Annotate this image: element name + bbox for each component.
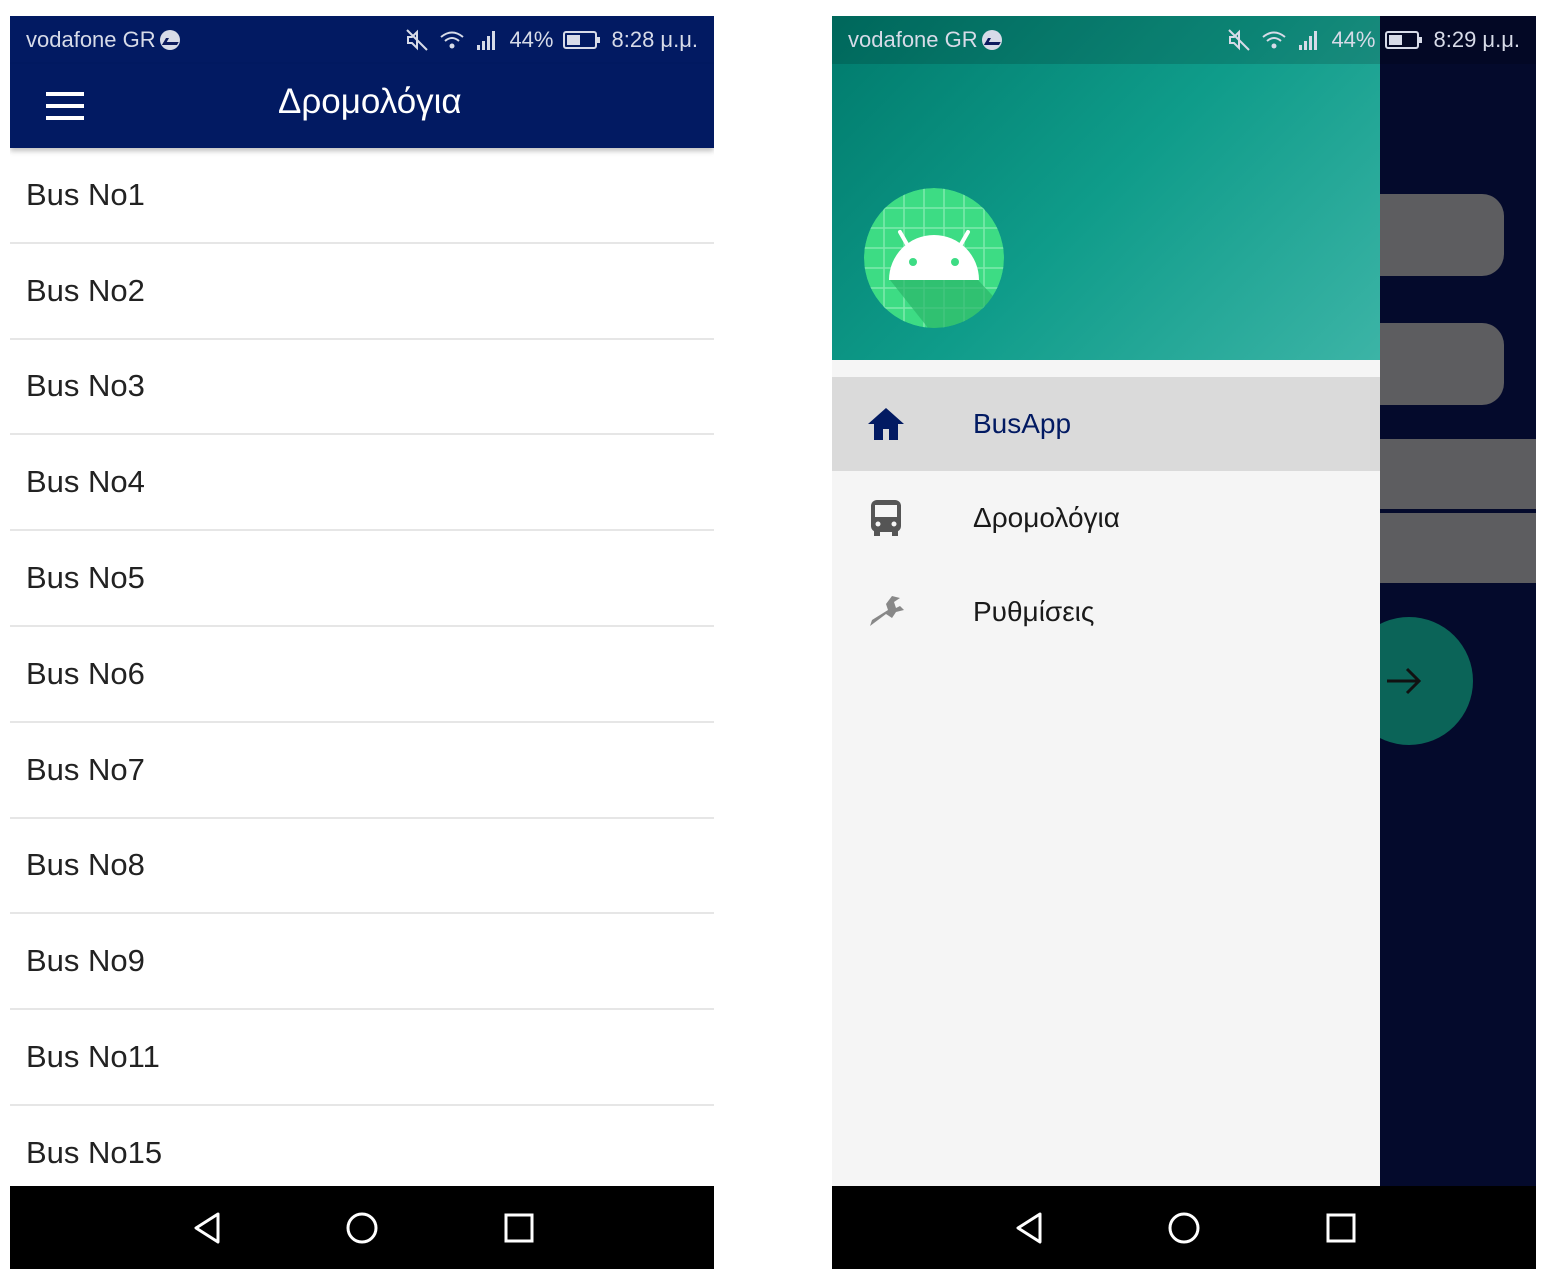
drawer-item-label: BusApp — [973, 408, 1072, 439]
android-icon — [864, 188, 1004, 328]
recent-apps-icon[interactable] — [502, 1211, 536, 1245]
mute-icon — [406, 29, 429, 51]
wrench-icon — [870, 596, 904, 626]
battery-percent: 44% — [509, 27, 554, 52]
hamburger-icon[interactable] — [46, 92, 84, 120]
wifi-icon — [440, 31, 465, 49]
page-title: Δρομολόγια — [278, 82, 462, 121]
route-item[interactable]: Bus No8 — [10, 819, 714, 915]
navigation-drawer: BusApp Δρομολόγια Ρυθμίσεις — [832, 16, 1380, 1186]
back-icon[interactable] — [190, 1211, 224, 1245]
battery-icon — [563, 31, 601, 49]
mute-icon — [1228, 29, 1251, 51]
wifi-icon — [1262, 31, 1287, 49]
drawer-item-label: Δρομολόγια — [973, 502, 1120, 533]
carrier-name: vodafone GR — [26, 27, 156, 52]
drawer-screen: BusApp Δρομολόγια Ρυθμίσεις vodafone GR … — [832, 16, 1536, 1269]
messenger-icon — [981, 30, 1002, 50]
arrow-right-icon — [1387, 667, 1422, 695]
route-item[interactable]: Bus No2 — [10, 244, 714, 340]
carrier-name: vodafone GR — [848, 27, 978, 52]
back-icon[interactable] — [1012, 1211, 1046, 1245]
signal-icon — [1299, 31, 1318, 50]
drawer-item-busapp[interactable]: BusApp — [832, 377, 1380, 471]
route-item[interactable]: Bus No6 — [10, 627, 714, 723]
route-item[interactable]: Bus No1 — [10, 148, 714, 244]
route-item[interactable]: Bus No9 — [10, 914, 714, 1011]
app-bar: Δρομολόγια — [10, 64, 714, 148]
clock: 8:28 μ.μ. — [611, 27, 698, 52]
drawer-item-routes[interactable]: Δρομολόγια — [832, 471, 1380, 565]
home-icon[interactable] — [345, 1211, 379, 1245]
route-item[interactable]: Bus No4 — [10, 435, 714, 532]
status-bar: vodafone GR 44% 8:29 μ.μ. — [832, 16, 1536, 64]
battery-percent: 44% — [1331, 27, 1376, 52]
routes-list: Bus No1 Bus No2 Bus No3 Bus No4 Bus No5 … — [10, 148, 714, 1202]
battery-icon — [1385, 31, 1423, 49]
home-icon[interactable] — [1167, 1211, 1201, 1245]
route-item[interactable]: Bus No11 — [10, 1010, 714, 1106]
signal-icon — [477, 31, 496, 50]
system-nav-bar — [832, 1186, 1536, 1269]
bus-icon — [871, 500, 901, 536]
routes-screen: vodafone GR 44% 8:28 μ.μ. Δρομολόγια Bus… — [10, 16, 714, 1269]
home-icon — [868, 408, 904, 440]
route-item[interactable]: Bus No5 — [10, 531, 714, 627]
status-bar: vodafone GR 44% 8:28 μ.μ. — [10, 16, 714, 64]
messenger-icon — [159, 30, 180, 50]
clock: 8:29 μ.μ. — [1433, 27, 1520, 52]
recent-apps-icon[interactable] — [1324, 1211, 1358, 1245]
drawer-header — [832, 16, 1380, 360]
drawer-item-label: Ρυθμίσεις — [973, 596, 1095, 627]
system-nav-bar — [10, 1186, 714, 1269]
route-item[interactable]: Bus No3 — [10, 340, 714, 436]
drawer-item-settings[interactable]: Ρυθμίσεις — [832, 565, 1380, 659]
route-item[interactable]: Bus No7 — [10, 723, 714, 819]
